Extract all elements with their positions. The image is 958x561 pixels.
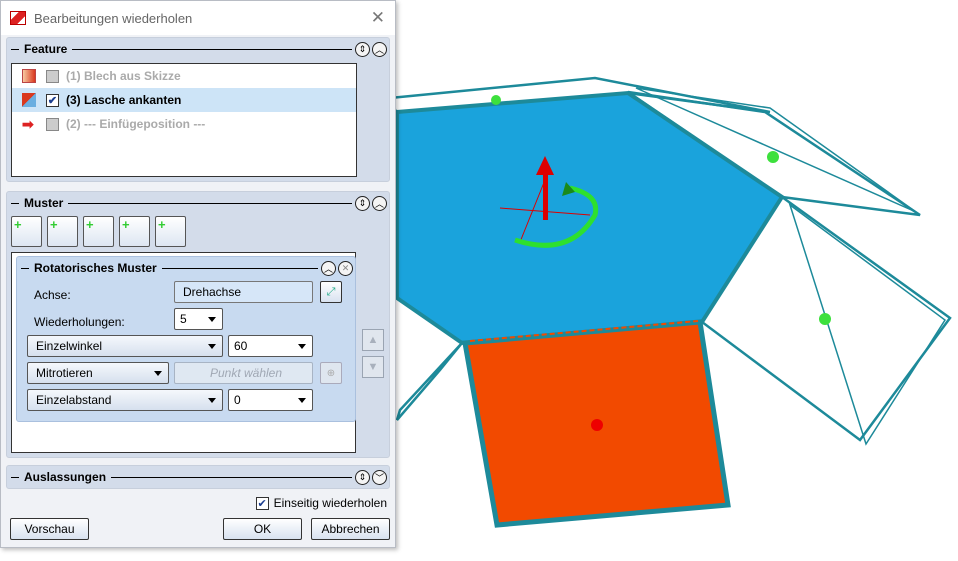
- pick-point-field[interactable]: Punkt wählen: [174, 362, 313, 384]
- dropdown-arrow-icon: [154, 371, 162, 376]
- expand-collapse-icon[interactable]: ⇕: [355, 41, 370, 57]
- repeat-operations-dialog: Bearbeitungen wiederholen ✕ Feature ⇕ ︿ (…: [0, 0, 396, 548]
- chevron-down-icon[interactable]: ﹀: [372, 469, 387, 485]
- triangle-up-icon: ▲: [367, 334, 379, 346]
- angle-value: 60: [234, 339, 248, 353]
- add-mirror-pattern-button[interactable]: +: [155, 216, 186, 247]
- flange-icon: [22, 93, 36, 107]
- add-path-pattern-button[interactable]: +: [83, 216, 114, 247]
- expand-collapse-icon[interactable]: ⇕: [355, 195, 370, 211]
- chevron-up-icon[interactable]: ︿: [372, 41, 387, 57]
- angle-value-select[interactable]: 60: [228, 335, 313, 357]
- repetitions-label: Wiederholungen:: [34, 315, 125, 329]
- feature-list: (1) Blech aus Skizze ✔ (3) Lasche ankant…: [11, 63, 357, 177]
- auslassungen-panel: Auslassungen ⇕ ﹀: [6, 465, 390, 489]
- list-item[interactable]: ✔ (3) Lasche ankanten: [12, 88, 356, 112]
- feature-title: Feature: [24, 42, 68, 56]
- axis-pick-icon: ⤢: [326, 285, 336, 298]
- expand-collapse-icon[interactable]: ⇕: [355, 469, 370, 485]
- handle-point: [819, 313, 831, 325]
- feature-label: (3) Lasche ankanten: [66, 93, 182, 107]
- one-sided-option[interactable]: ✔ Einseitig wiederholen: [255, 496, 387, 510]
- move-down-button[interactable]: ▼: [362, 356, 384, 378]
- dropdown-arrow-icon: [208, 398, 216, 403]
- feature-checkbox[interactable]: [46, 117, 59, 131]
- feature-checkbox[interactable]: ✔: [46, 93, 59, 107]
- preview-button[interactable]: Vorschau: [10, 518, 89, 540]
- feature-checkbox[interactable]: [46, 69, 59, 83]
- muster-title: Muster: [24, 196, 64, 210]
- sheet-from-sketch-icon: [22, 69, 36, 83]
- feature-label: (2) --- Einfügeposition ---: [66, 117, 206, 131]
- angle-mode-select[interactable]: Einzelwinkel: [27, 335, 223, 357]
- handle-point-selected: [591, 419, 603, 431]
- dropdown-arrow-icon: [298, 398, 306, 403]
- rotational-pattern-group: Rotatorisches Muster ︿ ✕ Achse: Drehachse…: [16, 256, 356, 422]
- chevron-up-icon[interactable]: ︿: [372, 195, 387, 211]
- pick-axis-button[interactable]: ⤢: [320, 281, 342, 303]
- add-rotational-pattern-button[interactable]: +: [47, 216, 78, 247]
- handle-point: [491, 95, 501, 105]
- cancel-button[interactable]: Abbrechen: [311, 518, 390, 540]
- auslassungen-title: Auslassungen: [24, 470, 107, 484]
- distance-mode-select[interactable]: Einzelabstand: [27, 389, 223, 411]
- muster-panel: Muster ⇕ ︿ + + + + + Rotatorisches Muster…: [6, 191, 390, 458]
- distance-mode-value: Einzelabstand: [36, 393, 112, 407]
- repetitions-value: 5: [180, 312, 187, 326]
- move-up-button[interactable]: ▲: [362, 329, 384, 351]
- app-icon: [10, 11, 26, 25]
- rotation-mode-value: Mitrotieren: [36, 366, 93, 380]
- distance-value-select[interactable]: 0: [228, 389, 313, 411]
- angle-mode-value: Einzelwinkel: [36, 339, 103, 353]
- one-sided-checkbox[interactable]: ✔: [255, 496, 269, 510]
- handle-point: [767, 151, 779, 163]
- add-curve-pattern-button[interactable]: +: [119, 216, 150, 247]
- dialog-title: Bearbeitungen wiederholen: [34, 10, 193, 26]
- one-sided-label: Einseitig wiederholen: [273, 496, 387, 510]
- feature-label: (1) Blech aus Skizze: [66, 69, 181, 83]
- feature-panel: Feature ⇕ ︿ (1) Blech aus Skizze ✔ (3) La…: [6, 37, 390, 182]
- add-linear-pattern-button[interactable]: +: [11, 216, 42, 247]
- list-item[interactable]: ➡ (2) --- Einfügeposition ---: [12, 112, 356, 136]
- list-item[interactable]: (1) Blech aus Skizze: [12, 64, 356, 88]
- distance-value: 0: [234, 393, 241, 407]
- title-bar: Bearbeitungen wiederholen ✕: [1, 1, 395, 35]
- axis-label: Achse:: [34, 288, 71, 302]
- close-icon[interactable]: ✕: [371, 8, 385, 28]
- arrow-right-icon: ➡: [22, 116, 34, 132]
- flap-left-lower: [395, 342, 463, 421]
- point-pick-icon: ⊕: [326, 367, 336, 379]
- triangle-down-icon: ▼: [367, 361, 379, 373]
- dropdown-arrow-icon: [208, 344, 216, 349]
- pick-point-button[interactable]: ⊕: [320, 362, 342, 384]
- remove-pattern-icon[interactable]: ✕: [338, 260, 353, 276]
- axis-field[interactable]: Drehachse: [174, 281, 313, 303]
- rotational-pattern-title: Rotatorisches Muster: [34, 261, 157, 275]
- hexagon-face: [395, 90, 785, 346]
- chevron-up-icon[interactable]: ︿: [321, 260, 336, 276]
- dropdown-arrow-icon: [208, 317, 216, 322]
- dropdown-arrow-icon: [298, 344, 306, 349]
- repetitions-select[interactable]: 5: [174, 308, 223, 330]
- ok-button[interactable]: OK: [223, 518, 302, 540]
- rotation-mode-select[interactable]: Mitrotieren: [27, 362, 169, 384]
